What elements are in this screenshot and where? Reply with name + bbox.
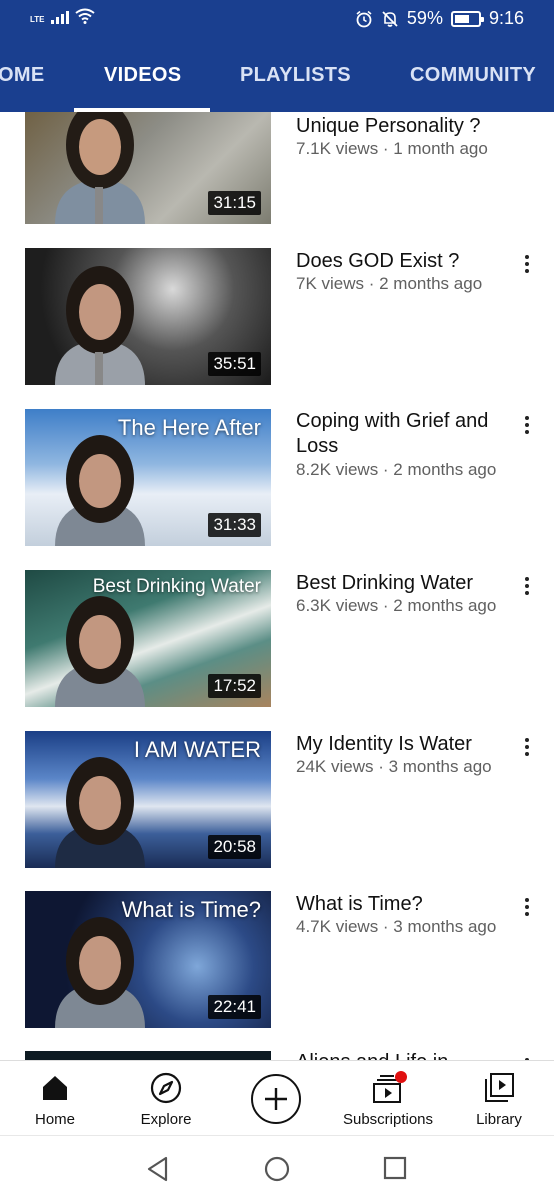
video-item[interactable]: I AM WATER 20:58 My Identity Is Water 24…	[0, 731, 554, 868]
network-type: LTE	[30, 15, 45, 24]
video-item[interactable]: 31:15 Unique Personality ? 7.1K views · …	[0, 112, 554, 224]
video-item[interactable]: The Here After 31:33 Coping with Grief a…	[0, 409, 554, 546]
subscriptions-icon	[373, 1071, 407, 1103]
video-item[interactable]: 35:51 Does GOD Exist ? 7K views · 2 mont…	[0, 248, 554, 385]
video-duration: 31:15	[208, 191, 261, 215]
bottom-navigation: Home Explore Subscriptions Library	[0, 1060, 554, 1135]
nav-home-label: Home	[34, 1111, 75, 1128]
video-duration: 17:52	[208, 674, 261, 698]
video-thumbnail[interactable]	[25, 1051, 271, 1060]
home-button-icon[interactable]	[264, 1156, 290, 1182]
nav-library-label: Library	[476, 1111, 522, 1128]
library-icon	[485, 1073, 514, 1102]
video-duration: 20:58	[208, 835, 261, 859]
video-title[interactable]: Aliens and Life in	[296, 1050, 508, 1060]
video-meta: 24K views · 3 months ago	[296, 757, 492, 776]
video-meta: 7.1K views · 1 month ago	[296, 139, 488, 158]
battery-icon	[450, 10, 484, 27]
presenter-image	[55, 266, 145, 385]
more-options-icon[interactable]	[520, 252, 534, 276]
create-button[interactable]	[251, 1074, 301, 1124]
alarm-icon	[356, 10, 372, 27]
video-duration: 22:41	[208, 995, 261, 1019]
tab-home[interactable]: OME	[0, 64, 44, 87]
video-title[interactable]: My Identity Is Water	[296, 732, 508, 757]
back-icon[interactable]	[146, 1156, 170, 1182]
video-meta: 8.2K views · 2 months ago	[296, 460, 497, 479]
wifi-icon	[74, 8, 95, 24]
nav-explore[interactable]: Explore	[111, 1071, 221, 1128]
video-duration: 31:33	[208, 513, 261, 537]
presenter-image	[55, 596, 145, 707]
presenter-image	[55, 757, 145, 868]
video-thumbnail[interactable]: I AM WATER 20:58	[25, 731, 271, 868]
nav-library[interactable]: Library	[444, 1071, 554, 1128]
presenter-image	[55, 917, 145, 1028]
more-options-icon[interactable]	[520, 895, 534, 919]
signal-icon	[50, 8, 69, 24]
more-options-icon[interactable]	[520, 413, 534, 437]
nav-subscriptions-label: Subscriptions	[342, 1111, 434, 1128]
video-title[interactable]: Best Drinking Water	[296, 571, 508, 596]
more-options-icon[interactable]	[520, 735, 534, 759]
video-item[interactable]: Aliens and Life in	[0, 1051, 554, 1060]
battery-percent: 59%	[406, 8, 443, 28]
nav-explore-label: Explore	[140, 1111, 192, 1128]
nav-home[interactable]: Home	[0, 1071, 110, 1128]
compass-icon	[150, 1072, 182, 1104]
video-item[interactable]: Best Drinking Water 17:52 Best Drinking …	[0, 570, 554, 707]
video-title[interactable]: What is Time?	[296, 892, 508, 917]
video-thumbnail[interactable]: 31:15	[25, 112, 271, 224]
channel-tabs: OME VIDEOS PLAYLISTS COMMUNITY	[0, 38, 554, 112]
status-bar: LTE 59% 9:16	[0, 0, 554, 38]
recents-icon[interactable]	[383, 1156, 407, 1180]
presenter-image	[55, 112, 145, 224]
plus-circle-icon	[265, 1088, 287, 1110]
video-list[interactable]: 31:15 Unique Personality ? 7.1K views · …	[0, 112, 554, 1060]
mute-bell-icon	[382, 10, 398, 27]
video-title[interactable]: Unique Personality ?	[296, 114, 508, 139]
video-item[interactable]: What is Time? 22:41 What is Time? 4.7K v…	[0, 891, 554, 1028]
video-meta: 4.7K views · 3 months ago	[296, 917, 497, 936]
video-thumbnail[interactable]: Best Drinking Water 17:52	[25, 570, 271, 707]
video-duration: 35:51	[208, 352, 261, 376]
more-options-icon[interactable]	[520, 574, 534, 598]
tab-community[interactable]: COMMUNITY	[410, 64, 536, 87]
notification-dot	[395, 1071, 407, 1083]
tab-videos[interactable]: VIDEOS	[104, 64, 181, 87]
video-title[interactable]: Coping with Grief and Loss	[296, 409, 508, 459]
home-icon	[43, 1076, 67, 1100]
video-title[interactable]: Does GOD Exist ?	[296, 249, 508, 274]
tab-playlists[interactable]: PLAYLISTS	[240, 64, 351, 87]
video-thumbnail[interactable]: What is Time? 22:41	[25, 891, 271, 1028]
nav-subscriptions[interactable]: Subscriptions	[333, 1071, 443, 1128]
system-navigation	[0, 1135, 554, 1200]
video-meta: 7K views · 2 months ago	[296, 274, 483, 293]
video-thumbnail[interactable]: 35:51	[25, 248, 271, 385]
presenter-image	[55, 435, 145, 546]
network-indicator: LTE	[30, 8, 95, 24]
video-meta: 6.3K views · 2 months ago	[296, 596, 497, 615]
clock: 9:16	[488, 8, 524, 28]
video-thumbnail[interactable]: The Here After 31:33	[25, 409, 271, 546]
